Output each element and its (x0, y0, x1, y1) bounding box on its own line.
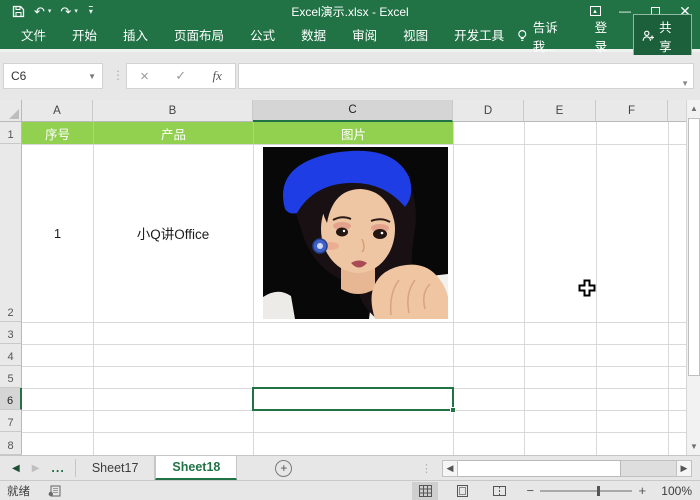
new-sheet-icon[interactable]: + (275, 459, 293, 477)
scroll-left-icon[interactable]: ◀ (442, 459, 458, 477)
share-person-icon (642, 30, 654, 41)
row-header-4[interactable]: 4 (0, 344, 22, 366)
zoom-slider[interactable] (540, 485, 633, 496)
gridline (596, 122, 597, 455)
customize-qat-icon[interactable]: ▾ (89, 7, 93, 16)
scroll-down-icon[interactable]: ▼ (687, 438, 700, 455)
ribbon-tab-bar: 文件 开始 插入 页面布局 公式 数据 审阅 视图 开发工具 告诉我... 登录… (0, 13, 700, 58)
sheet-more-button[interactable]: ... (51, 461, 64, 475)
quick-access-toolbar: ↶ ▾ ↷ ▾ ▾ (0, 5, 93, 18)
select-all-corner[interactable] (0, 100, 22, 122)
gridline (22, 432, 686, 433)
redo-icon[interactable]: ↷ (60, 5, 71, 18)
table-header-row: 序号 产品 图片 (22, 122, 453, 144)
product-photo[interactable] (263, 147, 448, 319)
sheet-nav: ◀ ▶ ... (0, 456, 75, 480)
horizontal-scroll-track[interactable] (621, 459, 676, 477)
row-header-7[interactable]: 7 (0, 410, 22, 432)
gridline (668, 122, 669, 455)
sign-in-button[interactable]: 登录 (595, 17, 619, 55)
column-header-E[interactable]: E (524, 100, 596, 122)
expand-formula-bar-icon[interactable]: ▼ (681, 79, 689, 88)
cell-C1[interactable]: 图片 (253, 122, 453, 144)
macro-record-icon[interactable] (48, 485, 61, 497)
gridline (22, 366, 686, 367)
tab-review[interactable]: 审阅 (339, 21, 390, 51)
column-header-C[interactable]: C (253, 100, 453, 122)
name-box-value: C6 (11, 69, 27, 83)
page-break-view-button[interactable] (486, 482, 512, 500)
tab-file[interactable]: 文件 (8, 21, 59, 51)
tab-data[interactable]: 数据 (288, 21, 339, 51)
tab-home[interactable]: 开始 (59, 21, 110, 51)
row-header-8[interactable]: 8 (0, 432, 22, 455)
scroll-up-icon[interactable]: ▲ (687, 100, 700, 117)
gridline (22, 322, 686, 323)
tab-view[interactable]: 视图 (390, 21, 441, 51)
scroll-right-icon[interactable]: ▶ (676, 459, 692, 477)
undo-dropdown-icon[interactable]: ▾ (48, 7, 52, 15)
gridline (524, 122, 525, 455)
row-header-2[interactable]: 2 (0, 144, 22, 322)
column-header-D[interactable]: D (453, 100, 524, 122)
zoom-level[interactable]: 100% (661, 484, 692, 498)
active-cell-selection[interactable] (252, 387, 456, 413)
column-header-F[interactable]: F (596, 100, 668, 122)
name-box-dropdown-icon[interactable]: ▼ (88, 72, 102, 81)
share-button[interactable]: 共享 (632, 13, 692, 58)
normal-view-button[interactable] (412, 481, 439, 500)
cell-A2[interactable]: 1 (22, 144, 93, 322)
sheet-next-icon[interactable]: ▶ (32, 463, 40, 474)
horizontal-scrollbar[interactable]: ◀ ▶ (442, 459, 692, 477)
fill-handle[interactable] (450, 407, 456, 413)
row-header-1[interactable]: 1 (0, 122, 22, 144)
row-header-6[interactable]: 6 (0, 388, 22, 410)
horizontal-scroll-thumb[interactable] (458, 459, 621, 477)
zoom-out-icon[interactable]: − (523, 483, 537, 498)
zoom-in-icon[interactable]: + (635, 483, 649, 498)
tab-page-layout[interactable]: 页面布局 (161, 21, 237, 51)
excel-window: ↶ ▾ ↷ ▾ ▾ Excel演示.xlsx - Excel ▴ — ✕ 文件 开始… (0, 0, 700, 500)
column-header-A[interactable]: A (22, 100, 93, 122)
tab-insert[interactable]: 插入 (110, 21, 161, 51)
tab-formulas[interactable]: 公式 (237, 21, 288, 51)
cell-A1[interactable]: 序号 (22, 122, 93, 144)
enter-button[interactable]: ✓ (175, 68, 186, 84)
sheet-tab-sheet17[interactable]: Sheet17 (76, 456, 156, 480)
tab-bar-splitter[interactable]: ⋮ (421, 462, 432, 475)
undo-icon[interactable]: ↶ (34, 5, 45, 18)
status-bar-right: − + 100% (412, 481, 700, 500)
cell-B1[interactable]: 产品 (93, 122, 253, 144)
vertical-scrollbar[interactable]: ▲ ▼ (686, 100, 700, 455)
sheet-tab-bar: ◀ ▶ ... Sheet17 Sheet18 + ⋮ ◀ ▶ (0, 455, 700, 480)
tab-developer[interactable]: 开发工具 (441, 21, 517, 51)
tell-me-box[interactable]: 告诉我... (517, 17, 578, 55)
cell-cursor (578, 279, 596, 297)
share-label: 共享 (659, 20, 672, 54)
row-header-5[interactable]: 5 (0, 366, 22, 388)
cell-B2[interactable]: 小Q讲Office (93, 144, 253, 322)
sheet-tab-sheet18[interactable]: Sheet18 (155, 456, 238, 480)
save-icon[interactable] (12, 5, 25, 18)
insert-function-button[interactable]: fx (212, 68, 221, 84)
status-bar: 就绪 − + 100% (0, 480, 700, 500)
vertical-scroll-thumb[interactable] (688, 118, 700, 376)
formula-bar-splitter[interactable]: ⋮ (112, 68, 124, 82)
column-header-partial (668, 100, 686, 122)
column-header-B[interactable]: B (93, 100, 253, 122)
name-box[interactable]: C6 ▼ (3, 63, 103, 89)
formula-input[interactable]: ▼ (238, 63, 694, 89)
formula-bar-row: C6 ▼ ⋮ × ✓ fx ▼ (0, 55, 700, 100)
gridline (22, 344, 686, 345)
redo-dropdown-icon[interactable]: ▾ (74, 7, 78, 15)
cancel-button[interactable]: × (140, 68, 149, 85)
row-header-3[interactable]: 3 (0, 322, 22, 344)
formula-buttons: × ✓ fx (126, 63, 236, 89)
lightbulb-icon (518, 29, 527, 41)
page-layout-view-button[interactable] (449, 482, 475, 500)
status-mode: 就绪 (7, 485, 30, 498)
tell-me-label: 告诉我... (532, 20, 558, 54)
sheet-prev-icon[interactable]: ◀ (12, 463, 20, 474)
zoom-slider-thumb[interactable] (597, 485, 601, 496)
